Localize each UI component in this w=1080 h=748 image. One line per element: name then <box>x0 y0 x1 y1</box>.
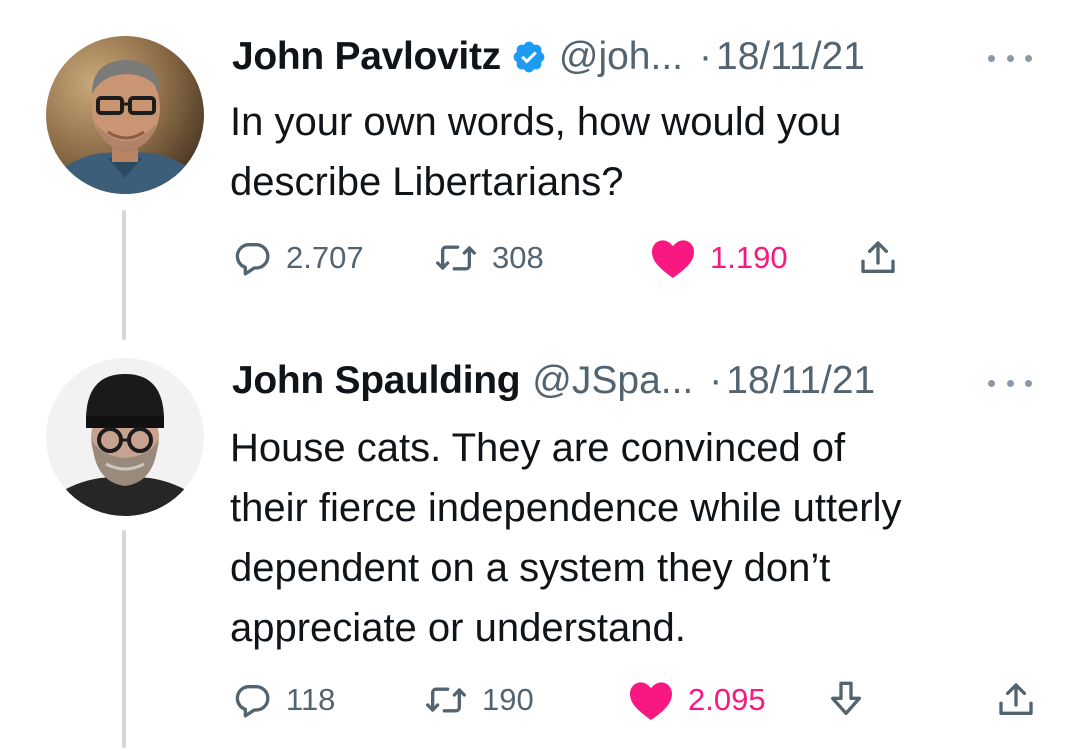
avatar[interactable] <box>46 358 204 516</box>
tweet-header: John Spaulding @JSpa... · 18/11/21 <box>232 356 875 406</box>
tweet[interactable]: John Pavlovitz @joh... · 18/11/21 In you… <box>0 0 1080 340</box>
like-button[interactable]: 1.190 <box>650 228 788 288</box>
tweet-text-line: dependent on a system they don’t <box>230 546 831 590</box>
tweet-text: House cats. They are convinced of their … <box>230 418 1030 658</box>
verified-badge-icon <box>513 41 545 73</box>
tweet[interactable]: John Spaulding @JSpa... · 18/11/21 House… <box>0 340 1080 748</box>
reply-count: 2.707 <box>286 240 364 275</box>
more-options-icon[interactable] <box>988 48 1032 68</box>
speech-bubble-icon <box>235 243 270 276</box>
reply-button[interactable]: 118 <box>232 670 335 730</box>
separator-dot: · <box>699 35 713 78</box>
retweet-arrows-icon <box>425 687 466 713</box>
tweet-text-line: appreciate or understand. <box>230 606 686 650</box>
heart-icon <box>652 240 694 279</box>
retweet-count: 190 <box>482 682 534 717</box>
download-arrow-icon <box>831 681 861 715</box>
author-handle[interactable]: @JSpa... <box>532 359 693 403</box>
like-count: 1.190 <box>710 240 788 275</box>
tweet-text-line: their fierce independence while utterly <box>230 486 902 530</box>
tweet-text-line: House cats. They are convinced of <box>230 426 846 470</box>
author-handle[interactable]: @joh... <box>559 35 683 79</box>
retweet-button[interactable]: 308 <box>434 228 544 288</box>
tweet-text-line: In your own words, how would you <box>230 100 842 144</box>
like-button[interactable]: 2.095 <box>628 670 766 730</box>
avatar-portrait-icon <box>46 358 204 516</box>
retweet-count: 308 <box>492 240 544 275</box>
author-name[interactable]: John Pavlovitz <box>232 35 501 79</box>
reply-button[interactable]: 2.707 <box>232 228 364 288</box>
download-button[interactable] <box>826 670 866 730</box>
heart-icon <box>630 682 672 721</box>
tweet-actions: 118 190 2.095 <box>0 670 1080 730</box>
avatar-portrait-icon <box>46 36 204 194</box>
share-button[interactable] <box>858 228 898 288</box>
tweet-text-line: describe Libertarians? <box>230 160 624 204</box>
tweet-date[interactable]: 18/11/21 <box>726 359 875 403</box>
reply-count: 118 <box>286 682 336 717</box>
author-name[interactable]: John Spaulding <box>232 359 521 403</box>
separator-dot: · <box>709 359 723 402</box>
retweet-arrows-icon <box>435 245 476 271</box>
share-button[interactable] <box>996 670 1036 730</box>
tweet-text: In your own words, how would you describ… <box>230 92 1030 212</box>
share-upload-icon <box>861 241 895 273</box>
speech-bubble-icon <box>235 685 270 718</box>
more-options-icon[interactable] <box>988 373 1032 393</box>
avatar[interactable] <box>46 36 204 194</box>
retweet-button[interactable]: 190 <box>424 670 534 730</box>
like-count: 2.095 <box>688 682 766 717</box>
tweet-header: John Pavlovitz @joh... · 18/11/21 <box>232 32 865 82</box>
share-upload-icon <box>999 683 1033 715</box>
tweet-actions: 2.707 308 1.190 <box>0 228 1080 288</box>
tweet-date[interactable]: 18/11/21 <box>716 35 865 79</box>
